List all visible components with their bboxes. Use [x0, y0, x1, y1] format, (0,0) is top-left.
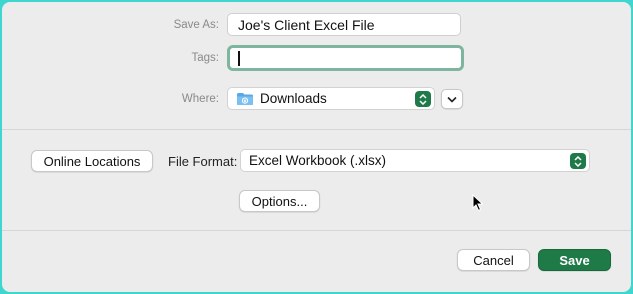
tags-label: Tags:	[191, 52, 220, 64]
divider-top	[2, 129, 631, 130]
tags-field[interactable]	[227, 45, 464, 71]
where-stepper-icon	[415, 91, 431, 107]
folder-icon	[237, 92, 253, 105]
where-value: Downloads	[260, 91, 327, 106]
where-label: Where:	[181, 93, 219, 105]
mouse-pointer-icon	[472, 194, 484, 212]
save-button[interactable]: Save	[538, 249, 611, 271]
file-format-stepper-icon	[570, 153, 586, 169]
expand-button[interactable]	[441, 89, 463, 109]
file-format-value: Excel Workbook (.xlsx)	[249, 153, 387, 168]
chevron-down-icon	[447, 96, 457, 103]
file-format-label: File Format:	[168, 154, 238, 169]
where-popup[interactable]: Downloads	[227, 87, 435, 110]
options-button[interactable]: Options...	[239, 190, 320, 212]
cancel-button[interactable]: Cancel	[457, 249, 530, 271]
save-as-label: Save As:	[173, 19, 219, 31]
divider-bottom	[2, 230, 631, 231]
save-dialog: Save As: Joe's Client Excel File Tags: W…	[2, 2, 631, 292]
file-format-popup[interactable]: Excel Workbook (.xlsx)	[240, 149, 590, 172]
save-as-field[interactable]: Joe's Client Excel File	[227, 13, 461, 36]
text-cursor	[238, 50, 240, 66]
online-locations-button[interactable]: Online Locations	[31, 150, 153, 172]
